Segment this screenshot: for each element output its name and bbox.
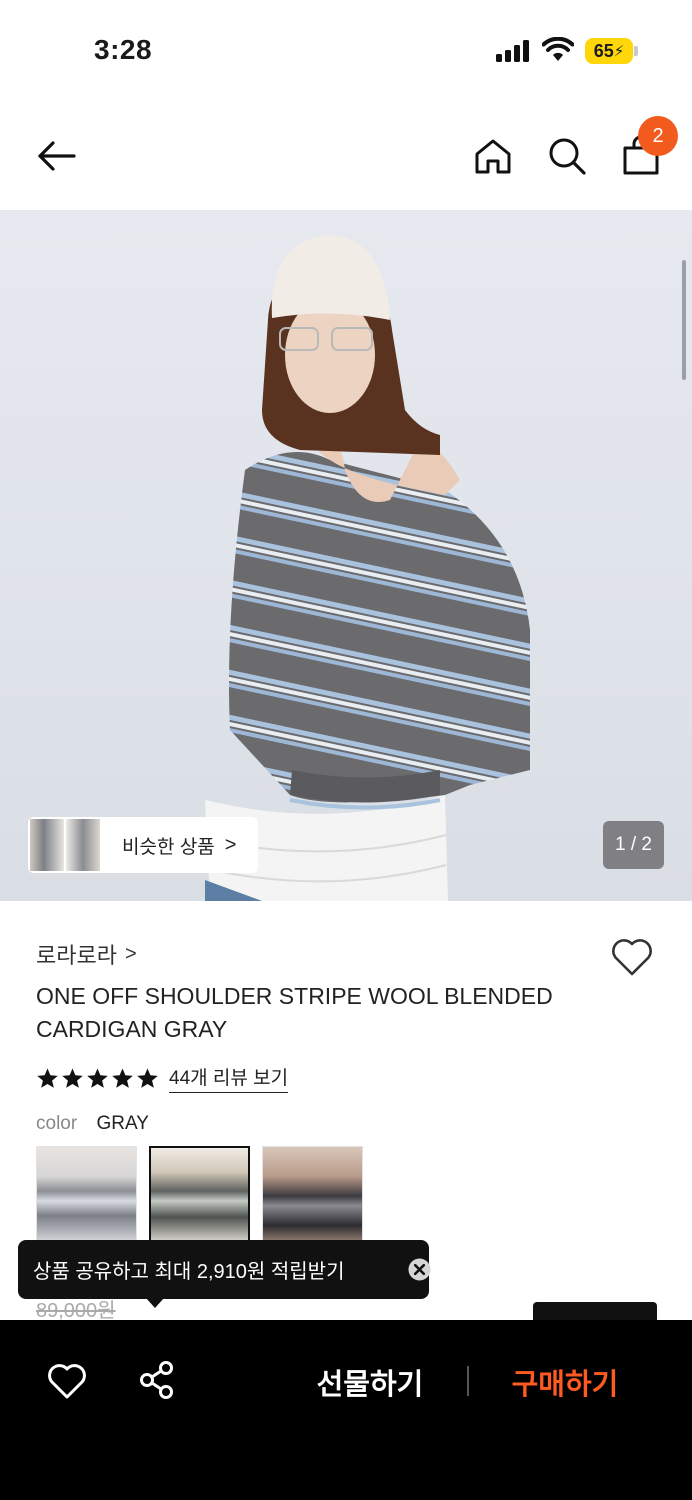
share-reward-tooltip: 상품 공유하고 최대 2,910원 적립받기 <box>18 1240 431 1299</box>
color-swatch[interactable] <box>36 1146 137 1246</box>
review-link[interactable]: 44개 리뷰 보기 <box>169 1063 289 1093</box>
status-time: 3:28 <box>94 34 153 65</box>
product-photo <box>205 235 530 901</box>
similar-product-thumbnail <box>30 819 64 871</box>
buy-button[interactable]: 구매하기 <box>495 1360 635 1404</box>
arrow-left-icon[interactable] <box>36 136 76 176</box>
similar-products-label: 비슷한 상품 <box>122 836 215 858</box>
color-swatch-selected[interactable] <box>149 1146 250 1246</box>
color-value: GRAY <box>96 1113 149 1134</box>
app-header <box>0 100 692 210</box>
cart-count-badge: 2 <box>638 116 678 156</box>
product-title: ONE OFF SHOULDER STRIPE WOOL BLENDED CAR… <box>36 983 553 1042</box>
home-icon[interactable] <box>473 136 513 176</box>
charging-bolt-icon: ⚡ <box>613 43 625 60</box>
tooltip-tail <box>146 1298 164 1308</box>
star-icon <box>112 1067 133 1088</box>
status-bar: 3:28 65 ⚡ <box>0 0 692 100</box>
star-icon <box>137 1067 158 1088</box>
chevron-right-icon: > <box>124 942 137 965</box>
similar-product-thumbnail <box>66 819 100 871</box>
heart-icon[interactable] <box>610 936 654 978</box>
battery-indicator: 65 ⚡ <box>585 38 633 64</box>
divider <box>467 1366 469 1396</box>
heart-icon[interactable] <box>47 1362 87 1400</box>
gift-button[interactable]: 선물하기 <box>300 1360 440 1404</box>
tooltip-text: 상품 공유하고 최대 2,910원 적립받기 <box>33 1261 345 1283</box>
chevron-right-icon: > <box>224 833 237 856</box>
brand-name: 로라로라 <box>36 943 117 968</box>
share-icon[interactable] <box>138 1360 176 1400</box>
battery-cap <box>634 46 638 56</box>
star-icon <box>62 1067 83 1088</box>
product-image-gallery[interactable]: 비슷한 상품 > 1 / 2 <box>0 210 692 901</box>
color-row: color GRAY <box>36 1113 149 1135</box>
cellular-signal-icon <box>496 40 529 62</box>
bottom-action-bar: 선물하기 구매하기 <box>0 1320 692 1500</box>
search-icon[interactable] <box>547 136 587 176</box>
rating-stars <box>36 1067 159 1090</box>
brand-link[interactable]: 로라로라 > <box>36 938 137 970</box>
image-page-counter: 1 / 2 <box>603 821 664 869</box>
similar-products-button[interactable]: 비슷한 상품 > <box>28 817 258 873</box>
battery-level: 65 <box>593 40 614 61</box>
color-label: color <box>36 1113 78 1134</box>
gallery-scrollbar[interactable] <box>682 260 686 380</box>
wifi-icon <box>542 37 574 61</box>
star-icon <box>87 1067 108 1088</box>
star-icon <box>37 1067 58 1088</box>
color-swatch[interactable] <box>262 1146 363 1246</box>
color-swatch-list <box>36 1146 363 1246</box>
rating-row: 44개 리뷰 보기 <box>36 1063 289 1093</box>
close-icon[interactable] <box>408 1258 431 1281</box>
